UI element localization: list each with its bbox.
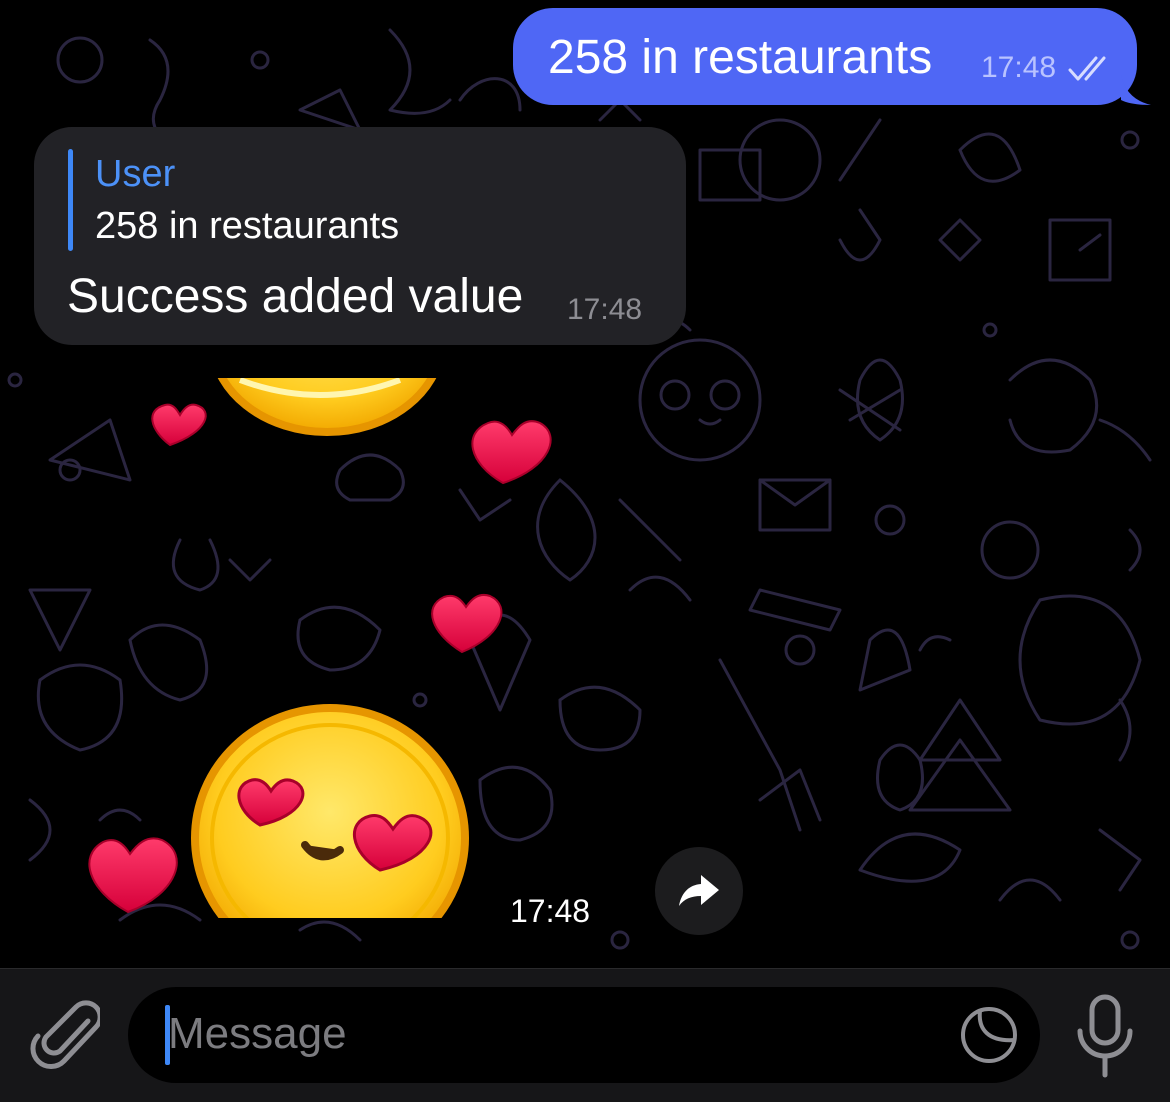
outgoing-message-bubble[interactable]: 258 in restaurants 17:48 — [513, 8, 1151, 105]
outgoing-message-text: 258 in restaurants — [548, 31, 933, 84]
share-arrow-icon — [679, 875, 719, 906]
outgoing-message-time: 17:48 — [981, 51, 1057, 84]
chat-screen: 258 in restaurants 17:48 User 258 in res… — [0, 0, 1170, 1102]
share-button[interactable] — [655, 847, 743, 935]
sticker-icon[interactable] — [958, 1004, 1020, 1066]
paperclip-icon[interactable] — [30, 995, 100, 1075]
reply-quote-bar — [68, 149, 73, 251]
bubble-tail — [1121, 75, 1151, 105]
incoming-message-text: Success added value — [67, 270, 524, 323]
message-composer: Message — [0, 968, 1170, 1102]
incoming-message-time: 17:48 — [567, 293, 643, 326]
heart-eyes-smiley-sticker[interactable] — [60, 378, 560, 918]
incoming-message-bubble[interactable]: User 258 in restaurants Success added va… — [34, 127, 686, 345]
microphone-icon[interactable] — [1070, 991, 1140, 1081]
sticker-time: 17:48 — [510, 893, 591, 929]
reply-author-name[interactable]: User — [95, 153, 175, 196]
reply-quoted-text[interactable]: 258 in restaurants — [95, 205, 399, 248]
message-input-placeholder: Message — [168, 1009, 347, 1058]
message-input[interactable]: Message — [128, 987, 1040, 1083]
double-check-icon — [1068, 56, 1106, 81]
